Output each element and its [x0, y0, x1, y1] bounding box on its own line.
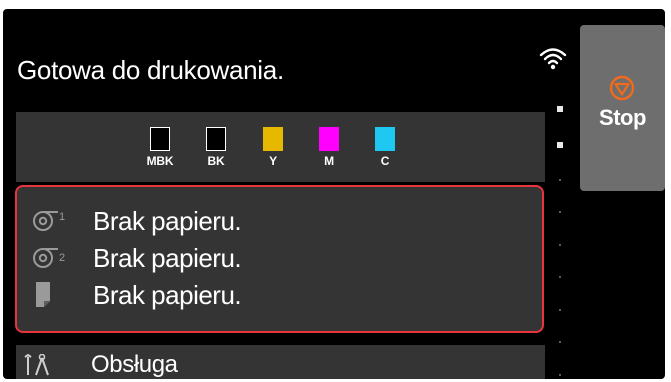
page-dot [559, 309, 561, 311]
maintenance-label: Obsługa [91, 351, 178, 378]
ink-y-tank [263, 127, 283, 151]
stop-label: Stop [599, 105, 646, 130]
page-dot [559, 341, 561, 343]
paper-status-panel[interactable]: 1 Brak papieru. 2 Brak papieru. Brak pap… [15, 185, 544, 333]
page-dot-active [557, 142, 563, 148]
page-indicator [555, 104, 565, 379]
roll-1-icon: 1 [33, 211, 65, 231]
roll-1-number: 1 [59, 211, 65, 223]
roll-2-icon: 2 [33, 248, 65, 268]
cut-sheet-icon [36, 282, 50, 307]
page-dot [559, 179, 561, 181]
ink-y: Y [253, 127, 293, 168]
ink-bk-tank [206, 127, 226, 151]
ink-m: M [309, 127, 349, 168]
ink-mbk-tank [150, 127, 170, 151]
ink-y-label: Y [269, 154, 277, 168]
roll-1-status: 1 Brak papieru. [31, 203, 531, 239]
roll-1-message: Brak papieru. [93, 206, 242, 236]
stop-icon [609, 75, 635, 101]
ink-c: C [365, 127, 405, 168]
stop-button[interactable]: Stop [580, 25, 665, 191]
page-dot [559, 244, 561, 246]
roll-2-message: Brak papieru. [93, 243, 242, 273]
wifi-icon [539, 48, 567, 70]
ink-c-tank [375, 127, 395, 151]
ink-bk-label: BK [207, 154, 225, 168]
cut-sheet-status: Brak papieru. [31, 277, 531, 313]
page-dot [559, 211, 561, 213]
page-dot [559, 276, 561, 278]
roll-2-status: 2 Brak papieru. [31, 240, 531, 276]
printer-panel: Gotowa do drukowania. MBK BK Y M C 1 Bra… [3, 9, 665, 379]
roll-2-number: 2 [59, 252, 65, 264]
status-message: Gotowa do drukowania. [17, 55, 284, 85]
ink-bk: BK [196, 127, 236, 168]
maintenance-menu-item[interactable]: Obsługa [16, 345, 545, 379]
ink-mbk-label: MBK [146, 154, 174, 168]
ink-c-label: C [380, 154, 390, 168]
screenshot-background: Gotowa do drukowania. MBK BK Y M C 1 Bra… [0, 0, 671, 382]
cut-sheet-message: Brak papieru. [93, 280, 242, 310]
page-dot [559, 374, 561, 376]
ink-mbk: MBK [140, 127, 180, 168]
page-dot-active [557, 106, 563, 112]
ink-level-panel[interactable]: MBK BK Y M C [16, 112, 545, 182]
ink-m-tank [319, 127, 339, 151]
tools-icon [24, 354, 49, 376]
ink-m-label: M [324, 154, 334, 168]
